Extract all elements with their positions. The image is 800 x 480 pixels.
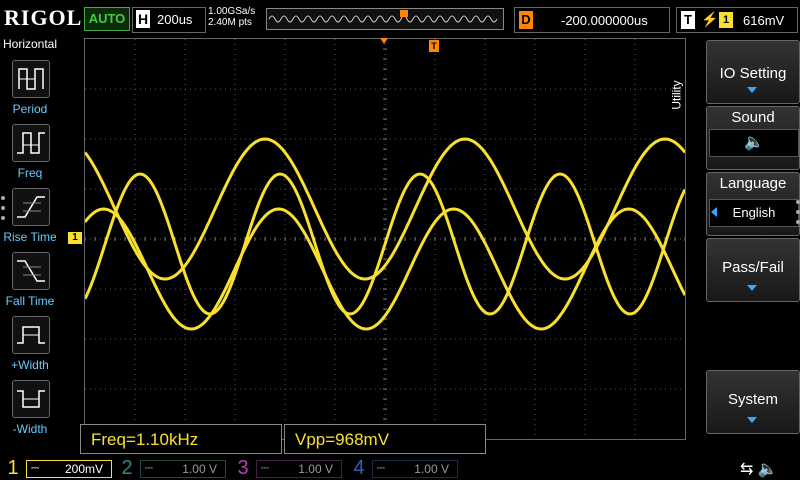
- channel-2-scale: 1.00 V: [182, 462, 217, 476]
- dc-coupling-icon: ⎓: [31, 463, 39, 474]
- horizontal-label: H: [136, 10, 150, 28]
- measure-period-button[interactable]: Period: [0, 58, 60, 120]
- trigger-indicator[interactable]: T ⚡ 1 616mV: [676, 7, 798, 33]
- trigger-position-marker[interactable]: T: [429, 40, 439, 52]
- system-label: System: [727, 391, 778, 408]
- delay-indicator[interactable]: D -200.000000us: [514, 7, 670, 33]
- channel-1-scale: 200mV: [64, 462, 103, 476]
- timebase-indicator[interactable]: H 200us: [132, 7, 206, 33]
- timebase-value: 200us: [157, 12, 193, 27]
- speaker-icon: 🔈: [709, 129, 799, 157]
- status-bar: RIGOL AUTO H 200us 1.00GSa/s 2.40M pts D…: [0, 0, 800, 36]
- memory-overview-waveform: [268, 10, 498, 23]
- pass-fail-label: Pass/Fail: [722, 259, 784, 276]
- channel-4-button[interactable]: 4 ⎓ 1.00 V: [350, 457, 462, 479]
- measure-positive-width-label: +Width: [11, 358, 49, 372]
- chevron-left-icon: [711, 207, 717, 217]
- memory-depth: 2.40M pts: [208, 17, 252, 28]
- waveform-graticule: [85, 39, 685, 439]
- dc-coupling-icon: ⎓: [261, 463, 269, 474]
- measurement-freq[interactable]: Freq=1.10kHz: [80, 424, 282, 454]
- chevron-down-icon: [747, 417, 757, 423]
- measure-rise-time-button[interactable]: Rise Time: [0, 186, 60, 248]
- run-mode-badge[interactable]: AUTO: [84, 7, 130, 31]
- channel-3-number: 3: [237, 457, 249, 479]
- right-softkey-panel: IO Setting Sound 🔈 Language English Pass…: [704, 40, 800, 438]
- channel-3-scale: 1.00 V: [298, 462, 333, 476]
- measure-freq-button[interactable]: Freq: [0, 122, 60, 184]
- trigger-label: T: [681, 11, 695, 29]
- channel-2-number: 2: [121, 457, 133, 479]
- positive-width-icon: [12, 316, 50, 354]
- sound-button[interactable]: Sound 🔈: [706, 106, 800, 170]
- measure-period-label: Period: [12, 102, 48, 116]
- channel-2-button[interactable]: 2 ⎓ 1.00 V: [118, 457, 230, 479]
- right-menu-title: Utility: [670, 60, 704, 140]
- channel-4-number: 4: [353, 457, 365, 479]
- memory-trigger-marker: [400, 10, 408, 17]
- dc-coupling-icon: ⎓: [145, 463, 153, 474]
- memory-overview[interactable]: [266, 8, 504, 30]
- measure-fall-time-button[interactable]: Fall Time: [0, 250, 60, 312]
- measure-positive-width-button[interactable]: +Width: [0, 314, 60, 376]
- channel-2-scale-box: ⎓ 1.00 V: [140, 460, 226, 478]
- channel-1-scale-box: ⎓ 200mV: [26, 460, 112, 478]
- channel-1-number: 1: [7, 457, 19, 479]
- language-button[interactable]: Language English: [706, 172, 800, 236]
- trigger-source: 1: [719, 12, 733, 28]
- ch1-ground-marker[interactable]: 1: [68, 232, 82, 244]
- io-setting-label: IO Setting: [719, 65, 787, 82]
- acquisition-info: 1.00GSa/s 2.40M pts: [208, 6, 255, 28]
- rising-edge-icon: ⚡: [701, 11, 719, 27]
- right-menu-page-dots: [796, 200, 800, 230]
- rise-time-icon: [12, 188, 50, 226]
- fall-time-icon: [12, 252, 50, 290]
- sample-rate: 1.00GSa/s: [208, 6, 256, 17]
- trigger-level: 616mV: [743, 13, 785, 28]
- usb-icon: ⇆ 🔈: [740, 461, 778, 478]
- delay-value: -200.000000us: [561, 13, 648, 28]
- language-label: Language: [719, 175, 787, 192]
- negative-width-icon: [12, 380, 50, 418]
- language-value: English: [709, 199, 799, 227]
- channel-3-button[interactable]: 3 ⎓ 1.00 V: [234, 457, 346, 479]
- channel-3-scale-box: ⎓ 1.00 V: [256, 460, 342, 478]
- dc-coupling-icon: ⎓: [377, 463, 385, 474]
- measure-freq-label: Freq: [17, 166, 43, 180]
- channel-bar: 1 ⎓ 200mV 2 ⎓ 1.00 V 3 ⎓ 1.00 V 4 ⎓ 1.00…: [0, 455, 800, 480]
- io-setting-button[interactable]: IO Setting: [706, 40, 800, 104]
- system-button[interactable]: System: [706, 370, 800, 434]
- measure-negative-width-label: -Width: [12, 422, 48, 436]
- channel-4-scale-box: ⎓ 1.00 V: [372, 460, 458, 478]
- horizontal-center-marker: [380, 38, 388, 44]
- channel-1-button[interactable]: 1 ⎓ 200mV: [4, 457, 116, 479]
- left-menu-page-dots: [1, 196, 5, 226]
- channel-4-scale: 1.00 V: [414, 462, 449, 476]
- right-menu-title-text: Utility: [669, 80, 684, 110]
- trace-wave-b: [85, 172, 685, 316]
- measure-fall-time-label: Fall Time: [5, 294, 55, 308]
- left-menu-title: Horizontal: [0, 37, 60, 53]
- chevron-down-icon: [747, 285, 757, 291]
- pass-fail-button[interactable]: Pass/Fail: [706, 238, 800, 302]
- frequency-icon: [12, 124, 50, 162]
- brand-logo: RIGOL: [4, 5, 83, 30]
- period-icon: [12, 60, 50, 98]
- measurement-vpp[interactable]: Vpp=968mV: [284, 424, 486, 454]
- waveform-display[interactable]: [84, 38, 686, 440]
- sound-label: Sound: [731, 109, 775, 126]
- chevron-down-icon: [747, 87, 757, 93]
- measure-rise-time-label: Rise Time: [3, 230, 57, 244]
- delay-label: D: [519, 11, 533, 29]
- measure-negative-width-button[interactable]: -Width: [0, 378, 60, 440]
